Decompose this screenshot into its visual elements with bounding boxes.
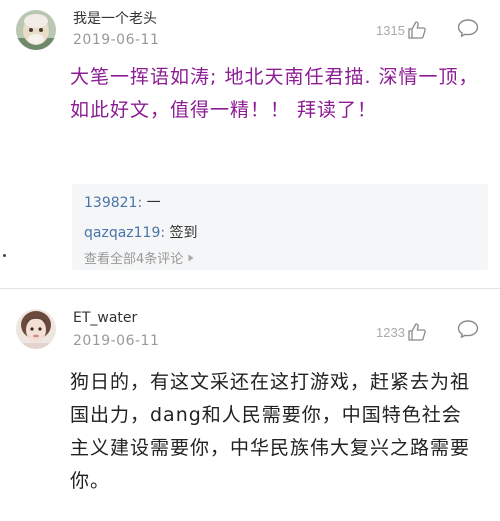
speech-bubble-icon[interactable]: [456, 18, 480, 38]
reply-box[interactable]: 139821: 一 qazqaz119: 签到 查看全部4条评论: [72, 184, 488, 270]
reply-item[interactable]: qazqaz119: 签到: [84, 222, 198, 242]
thumbs-up-icon: [408, 323, 426, 341]
reply-item[interactable]: 139821: 一: [84, 192, 161, 212]
like-count: 1233: [376, 324, 405, 340]
reply-text: 签到: [165, 225, 198, 241]
reply-username[interactable]: qazqaz119: [84, 225, 160, 241]
comment-date: 2019-06-11: [73, 32, 160, 48]
comment-text: 狗日的，有这文采还在这打游戏，赶紧去为祖国出力，dang和人民需要你，中国特色社…: [70, 371, 471, 492]
reply-username[interactable]: 139821: [84, 195, 137, 211]
avatar-image: [16, 309, 56, 349]
username[interactable]: 我是一个老头: [73, 8, 157, 28]
like-button[interactable]: 1315: [376, 20, 427, 40]
comment-item: ET_water 2019-06-11 1233 狗日的，有这文采还在这打游戏，…: [0, 289, 500, 521]
speech-bubble-icon[interactable]: [456, 319, 480, 339]
like-count: 1315: [376, 22, 405, 38]
comment-date: 2019-06-11: [73, 333, 160, 349]
avatar-image: [16, 10, 56, 50]
comment-item: 我是一个老头 2019-06-11 1315 大笔一挥语如涛; 地北天南任君描.…: [0, 0, 500, 287]
username[interactable]: ET_water: [73, 310, 137, 326]
triangle-right-icon: [188, 254, 194, 262]
view-all-label: 查看全部4条评论: [84, 252, 184, 267]
view-all-replies-link[interactable]: 查看全部4条评论: [84, 248, 195, 267]
avatar[interactable]: [16, 10, 56, 50]
comment-text: 大笔一挥语如涛; 地北天南任君描. 深情一顶，如此好文，值得一精！！ 拜读了！: [70, 66, 479, 121]
thumbs-up-icon: [408, 21, 426, 39]
reply-text: 一: [142, 195, 161, 211]
like-button[interactable]: 1233: [376, 322, 427, 342]
avatar[interactable]: [16, 309, 56, 349]
